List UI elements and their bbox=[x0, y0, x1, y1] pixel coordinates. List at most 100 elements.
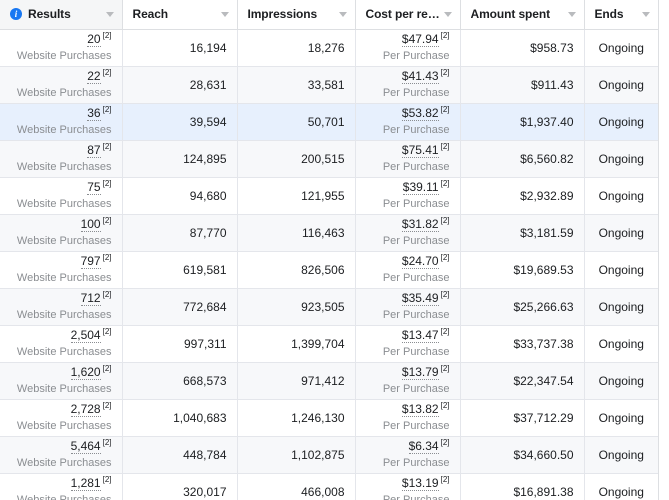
footnote-marker[interactable]: [2] bbox=[441, 216, 450, 225]
cost-per-result-number[interactable]: $13.82 bbox=[401, 402, 439, 418]
results-number[interactable]: 75 bbox=[87, 180, 101, 196]
footnote-marker[interactable]: [2] bbox=[103, 142, 112, 151]
cost-per-result-number[interactable]: $24.70 bbox=[401, 254, 439, 270]
results-value: 87 [2] bbox=[87, 142, 112, 159]
chevron-down-icon[interactable] bbox=[220, 11, 229, 17]
impressions-value: 116,463 bbox=[302, 225, 345, 240]
table-row[interactable]: 1,281[2]Website Purchases320,017466,008$… bbox=[0, 473, 658, 500]
footnote-marker[interactable]: [2] bbox=[441, 31, 450, 40]
cost-per-result-number[interactable]: $13.47 bbox=[401, 328, 439, 344]
table-row[interactable]: 100 [2] Website Purchases 87,770 116,463 $31.… bbox=[0, 214, 658, 252]
results-number[interactable]: 87 bbox=[87, 143, 101, 159]
results-number[interactable]: 36 bbox=[87, 106, 101, 122]
footnote-marker[interactable]: [2] bbox=[441, 401, 450, 410]
cell-amount-spent: $22,347.54 bbox=[460, 362, 585, 400]
column-header-impressions[interactable]: Impressions bbox=[237, 0, 356, 30]
footnote-marker[interactable]: [2] bbox=[441, 179, 450, 188]
cost-sublabel: Per Purchase bbox=[382, 272, 450, 285]
table-row[interactable]: 75 [2] Website Purchases 94,680 121,955 $39.1… bbox=[0, 177, 658, 215]
table-row[interactable]: 1,620 [2] Website Purchases 668,573 971,412 $… bbox=[0, 362, 658, 400]
cost-per-result-number[interactable]: $39.11 bbox=[402, 180, 439, 196]
footnote-marker[interactable]: [2] bbox=[441, 438, 450, 447]
results-number[interactable]: 22 bbox=[87, 69, 101, 85]
footnote-marker[interactable]: [2] bbox=[103, 290, 112, 299]
cell-reach: 320,017 bbox=[122, 473, 238, 500]
chevron-down-icon[interactable] bbox=[443, 11, 452, 17]
ends-value: Ongoing bbox=[598, 484, 644, 499]
column-header-reach[interactable]: Reach bbox=[122, 0, 238, 30]
results-number[interactable]: 5,464 bbox=[70, 439, 101, 455]
column-header-amount-spent[interactable]: Amount spent bbox=[460, 0, 585, 30]
info-icon[interactable]: i bbox=[10, 8, 22, 21]
column-header-results[interactable]: i Results bbox=[0, 0, 123, 30]
chevron-down-icon[interactable] bbox=[105, 11, 114, 17]
table-row[interactable]: 22 [2] Website Purchases 28,631 33,581 $41.43… bbox=[0, 66, 658, 104]
cost-per-result-number[interactable]: $13.19 bbox=[401, 476, 439, 492]
column-header-label: Impressions bbox=[247, 7, 318, 22]
results-sublabel: Website Purchases bbox=[16, 87, 112, 100]
cell-stack: 797 [2] Website Purchases bbox=[10, 253, 112, 286]
footnote-marker[interactable]: [2] bbox=[441, 105, 450, 114]
footnote-marker[interactable]: [2] bbox=[103, 364, 112, 373]
cost-per-result-value: $24.70 [2] bbox=[401, 253, 450, 270]
footnote-marker[interactable]: [2] bbox=[103, 31, 112, 40]
table-row[interactable]: 797 [2] Website Purchases 619,581 826,506 $24… bbox=[0, 251, 658, 289]
table-row[interactable]: 2,504 [2] Website Purchases 997,311 1,399,70… bbox=[0, 325, 658, 363]
footnote-marker[interactable]: [2] bbox=[441, 364, 450, 373]
chevron-down-icon[interactable] bbox=[642, 11, 650, 17]
footnote-marker[interactable]: [2] bbox=[441, 327, 450, 336]
cost-per-result-number[interactable]: $6.34 bbox=[408, 439, 439, 455]
chevron-down-icon[interactable] bbox=[338, 11, 347, 17]
results-number[interactable]: 2,728 bbox=[70, 402, 101, 418]
cost-per-result-number[interactable]: $13.79 bbox=[401, 365, 439, 381]
cell-stack: $24.70 [2] Per Purchase bbox=[366, 253, 450, 286]
results-value: 2,504 [2] bbox=[70, 327, 112, 344]
cell-ends: Ongoing bbox=[584, 103, 658, 141]
cell-stack: $13.79 [2] Per Purchase bbox=[366, 364, 450, 397]
footnote-marker[interactable]: [2] bbox=[103, 68, 112, 77]
footnote-marker[interactable]: [2] bbox=[103, 105, 112, 114]
footnote-marker[interactable]: [2] bbox=[441, 253, 450, 262]
cost-per-result-number[interactable]: $41.43 bbox=[401, 69, 439, 85]
results-number[interactable]: 1,620 bbox=[70, 365, 101, 381]
cell-impressions: 33,581 bbox=[237, 66, 356, 104]
footnote-marker[interactable]: [2] bbox=[103, 438, 112, 447]
cost-per-result-number[interactable]: $53.82 bbox=[401, 106, 439, 122]
footnote-marker[interactable]: [2] bbox=[103, 475, 112, 484]
cost-per-result-number[interactable]: $47.94 bbox=[401, 32, 439, 48]
chevron-down-icon[interactable] bbox=[567, 11, 576, 17]
column-header-cost-per-result[interactable]: Cost per result bbox=[355, 0, 461, 30]
footnote-marker[interactable]: [2] bbox=[441, 68, 450, 77]
footnote-marker[interactable]: [2] bbox=[103, 179, 112, 188]
results-number[interactable]: 20 bbox=[87, 32, 101, 48]
results-number[interactable]: 100 bbox=[80, 217, 101, 233]
footnote-marker[interactable]: [2] bbox=[441, 290, 450, 299]
results-number[interactable]: 1,281 bbox=[70, 476, 101, 492]
cost-per-result-number[interactable]: $31.82 bbox=[401, 217, 439, 233]
cost-per-result-number[interactable]: $75.41 bbox=[401, 143, 439, 159]
results-sublabel: Website Purchases bbox=[16, 161, 112, 174]
results-value: 22 [2] bbox=[87, 68, 112, 85]
ends-value: Ongoing bbox=[598, 151, 644, 166]
column-header-label: Reach bbox=[132, 7, 169, 22]
table-row[interactable]: 36 [2] Website Purchases 39,594 50,701 $53.82… bbox=[0, 103, 658, 141]
cost-per-result-number[interactable]: $35.49 bbox=[401, 291, 439, 307]
results-number[interactable]: 712 bbox=[80, 291, 101, 307]
table-row[interactable]: 20 [2] Website Purchases 16,194 18,276 $47.94… bbox=[0, 29, 658, 67]
footnote-marker[interactable]: [2] bbox=[103, 253, 112, 262]
footnote-marker[interactable]: [2] bbox=[441, 142, 450, 151]
table-row[interactable]: 2,728 [2] Website Purchases 1,040,683 1,246,… bbox=[0, 399, 658, 437]
footnote-marker[interactable]: [2] bbox=[103, 216, 112, 225]
results-number[interactable]: 2,504 bbox=[70, 328, 101, 344]
footnote-marker[interactable]: [2] bbox=[103, 327, 112, 336]
cell-stack: 20 [2] Website Purchases bbox=[10, 31, 112, 64]
table-row[interactable]: 87 [2] Website Purchases 124,895 200,515 $75.… bbox=[0, 140, 658, 178]
footnote-marker[interactable]: [2] bbox=[441, 475, 450, 484]
impressions-value: 121,955 bbox=[301, 188, 345, 203]
footnote-marker[interactable]: [2] bbox=[103, 401, 112, 410]
cost-sublabel: Per Purchase bbox=[382, 346, 450, 359]
table-row[interactable]: 5,464 [2] Website Purchases 448,784 1,102,87… bbox=[0, 436, 658, 474]
column-header-ends[interactable]: Ends bbox=[584, 0, 658, 30]
results-number[interactable]: 797 bbox=[80, 254, 101, 270]
table-row[interactable]: 712 [2] Website Purchases 772,684 923,505 $35… bbox=[0, 288, 658, 326]
